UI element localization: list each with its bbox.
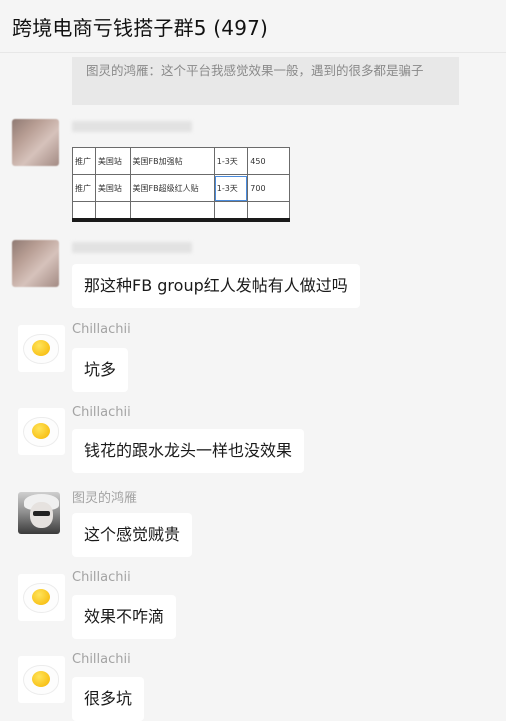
image-message[interactable]: 推广 美国站 美国FB加强帖 1-3天 450 推广 美国站 美国FB超级红人贴…: [72, 147, 290, 222]
table-row: 推广 美国站 美国FB加强帖 1-3天 450: [72, 147, 290, 175]
avatar[interactable]: [18, 325, 65, 372]
table-cell: [247, 201, 290, 218]
avatar[interactable]: [12, 240, 59, 287]
avatar[interactable]: [18, 492, 60, 534]
table-cell: [94, 201, 131, 218]
table-cell: [129, 201, 215, 218]
table-cell: 美国FB加强帖: [129, 147, 215, 175]
table-row: [72, 201, 290, 218]
table-cell: 450: [247, 147, 290, 175]
table-cell: 1-3天: [213, 174, 249, 202]
table-cell: 700: [247, 174, 290, 202]
avatar[interactable]: [18, 574, 65, 621]
table-cell: 推广: [72, 174, 96, 202]
message-bubble[interactable]: 坑多: [72, 348, 129, 392]
image-table: 推广 美国站 美国FB加强帖 1-3天 450 推广 美国站 美国FB超级红人贴…: [72, 147, 290, 218]
chat-title[interactable]: 跨境电商亏钱搭子群5 (497): [12, 12, 268, 41]
avatar[interactable]: [18, 656, 65, 703]
sender-name: Chillachii: [72, 405, 131, 420]
table-cell: 1-3天: [213, 147, 249, 175]
sender-name-redacted: [72, 242, 192, 253]
message-bubble[interactable]: 这个感觉贼贵: [72, 513, 193, 557]
quoted-message[interactable]: 图灵的鸿雁：这个平台我感觉效果一般，遇到的很多都是骗子: [72, 57, 459, 105]
chat-header: 跨境电商亏钱搭子群5 (497): [0, 0, 506, 53]
message-bubble[interactable]: 效果不咋滴: [72, 595, 177, 639]
table-cell: [72, 201, 96, 218]
table-row: 推广 美国站 美国FB超级红人贴 1-3天 700: [72, 174, 290, 202]
sender-name: Chillachii: [72, 322, 131, 337]
table-cell: 美国FB超级红人贴: [129, 174, 215, 202]
avatar[interactable]: [12, 119, 59, 166]
table-cell: [213, 201, 249, 218]
sender-name-redacted: [72, 121, 192, 132]
sender-name: Chillachii: [72, 570, 131, 585]
message-bubble[interactable]: 钱花的跟水龙头一样也没效果: [72, 429, 305, 473]
avatar[interactable]: [18, 408, 65, 455]
table-cell: 推广: [72, 147, 96, 175]
sender-name: 图灵的鸿雁: [72, 491, 138, 506]
table-cell: 美国站: [94, 174, 131, 202]
sender-name: Chillachii: [72, 652, 131, 667]
message-bubble[interactable]: 很多坑: [72, 677, 145, 721]
table-cell: 美国站: [94, 147, 131, 175]
message-bubble[interactable]: 那这种FB group红人发帖有人做过吗: [72, 264, 360, 308]
